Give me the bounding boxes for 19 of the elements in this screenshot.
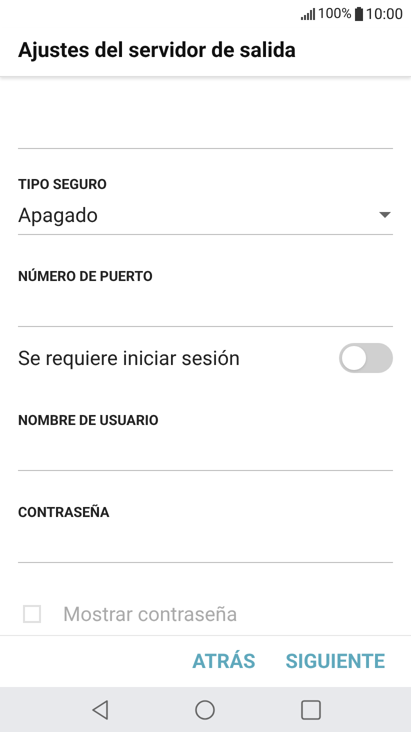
footer-button[interactable]: ATRÁS (184, 640, 264, 682)
clock: 10:00 (366, 4, 403, 25)
battery-percent: 100% (318, 4, 352, 24)
page-title: Ajustes del servidor de salida (18, 38, 296, 66)
field-label: NÚMERO DE PUERTO (18, 267, 154, 287)
home-icon[interactable] (194, 700, 214, 720)
recents-icon[interactable] (300, 700, 320, 720)
signal-icon (300, 8, 315, 20)
toggle-switch[interactable] (339, 342, 393, 373)
battery-icon (354, 7, 363, 22)
checkbox-label: Mostrar contraseña (63, 600, 238, 628)
toggle-label: Se requiere iniciar sesión (18, 344, 240, 372)
field-label: CONTRASEÑA (18, 503, 110, 523)
field-label: TIPO SEGURO (18, 176, 108, 195)
footer-button[interactable]: SIGUIENTE (277, 640, 393, 682)
field-label: NOMBRE DE USUARIO (18, 412, 160, 431)
caret-icon (379, 212, 391, 218)
back-icon[interactable] (90, 700, 108, 720)
dropdown-field[interactable]: Apagado (18, 196, 393, 235)
